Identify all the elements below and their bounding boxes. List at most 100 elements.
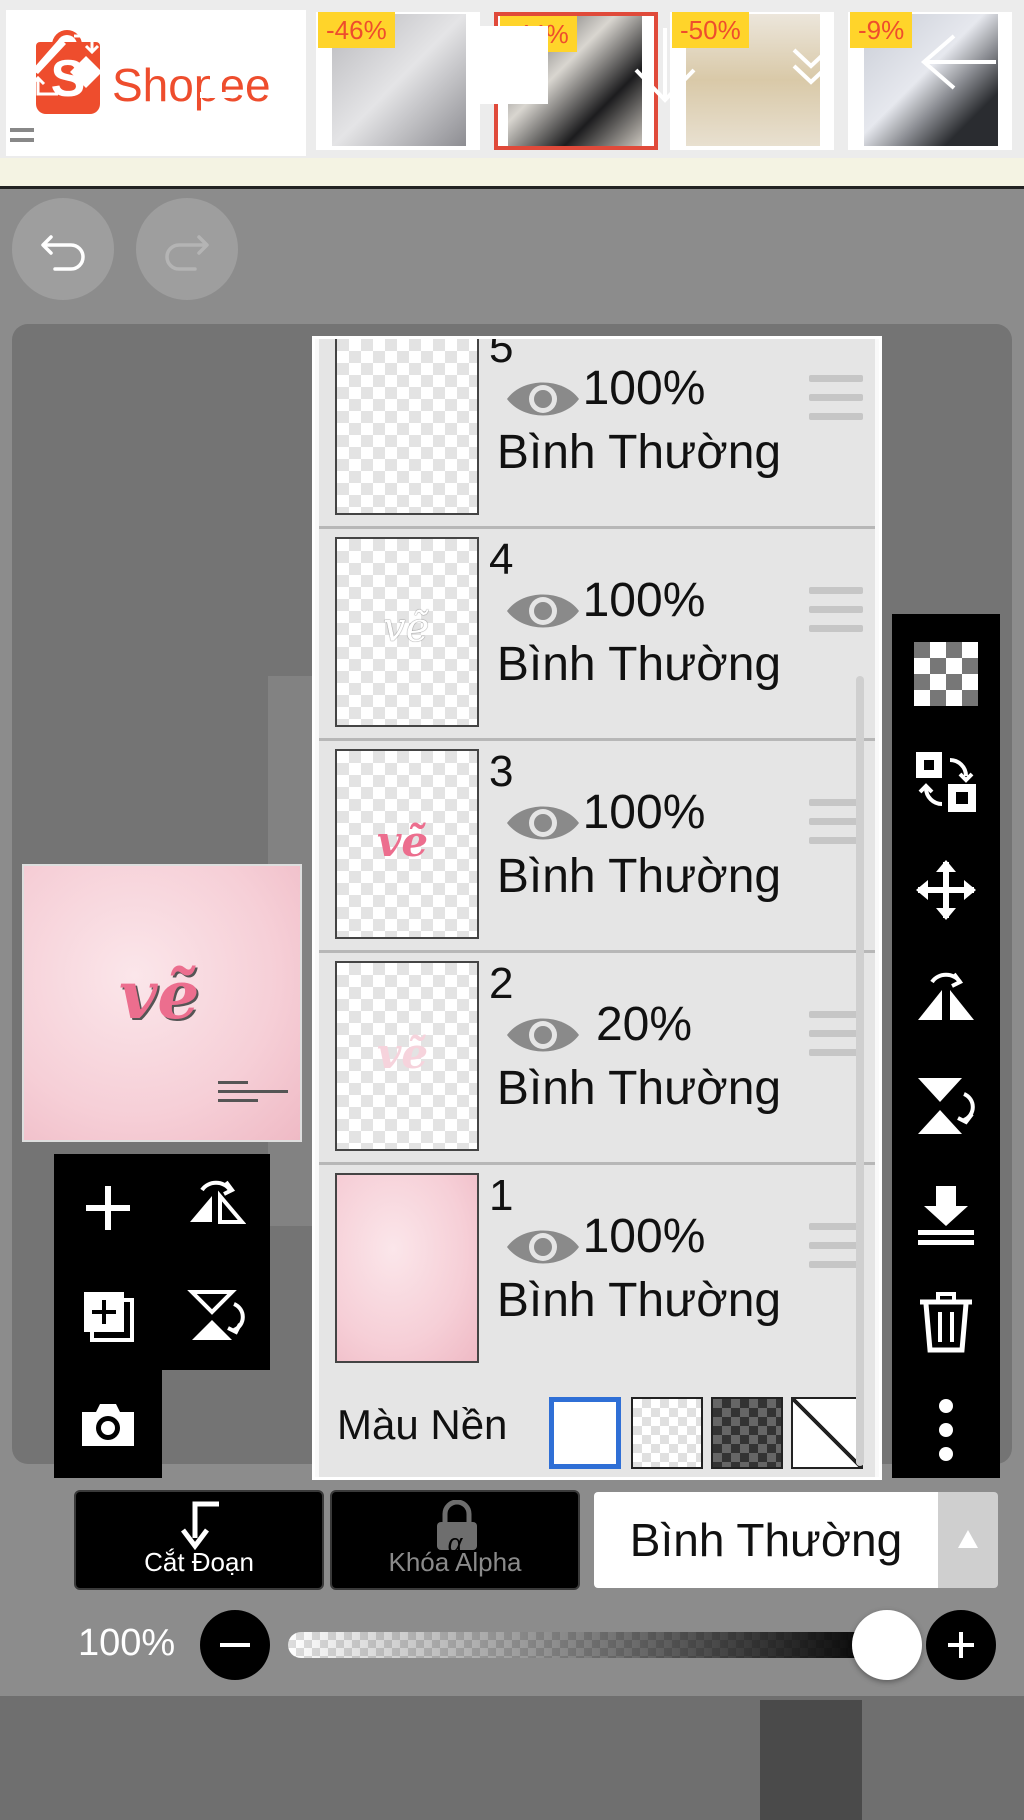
background-color-row: Màu Nền: [319, 1367, 875, 1477]
checkerboard-icon: [914, 642, 978, 706]
opacity-increase-button[interactable]: [926, 1610, 996, 1680]
flip-layer-horizontal-button[interactable]: [892, 944, 1000, 1052]
blend-mode-value: Bình Thường: [629, 1514, 903, 1566]
more-options-button[interactable]: [892, 1376, 1000, 1484]
plus-icon: [86, 1186, 130, 1230]
camera-button[interactable]: [54, 1370, 162, 1478]
ad-product[interactable]: -46%: [316, 12, 480, 150]
canvas-preview[interactable]: vẽ: [22, 864, 302, 1142]
collapse-button[interactable]: [760, 0, 862, 124]
minus-icon: [220, 1643, 250, 1647]
color-picker-button[interactable]: [466, 0, 552, 124]
layer-opacity: 100%: [582, 786, 706, 839]
more-vertical-icon: [939, 1399, 953, 1461]
layer-number: 3: [489, 747, 514, 796]
layer-panel-scrollbar[interactable]: [856, 676, 864, 1466]
drag-handle-icon[interactable]: [809, 1223, 863, 1269]
drag-handle-icon[interactable]: [809, 587, 863, 633]
layer-panel[interactable]: 5 100% Bình Thường vẽ 4 100% Bình Thường…: [312, 336, 882, 1480]
layer-blend-mode: Bình Thường: [496, 638, 782, 691]
text-tool-button[interactable]: [170, 0, 260, 124]
layer-number: 4: [489, 535, 514, 584]
blend-mode-dropdown-button[interactable]: [938, 1492, 998, 1588]
trash-icon: [920, 1292, 972, 1353]
background-color-label: Màu Nền: [337, 1401, 508, 1448]
bg-swatch-transparent[interactable]: [631, 1397, 703, 1469]
layer-row[interactable]: vẽ 4 100% Bình Thường: [319, 529, 875, 741]
layer-thumbnail-word: vẽ: [377, 817, 429, 866]
bg-swatch-dark-checker[interactable]: [711, 1397, 783, 1469]
layer-opacity: 100%: [582, 574, 706, 627]
arrow-down-icon: [634, 28, 696, 103]
alpha-lock-label: Khóa Alpha: [388, 1547, 522, 1577]
delete-layer-button[interactable]: [892, 1268, 1000, 1376]
layer-number: 1: [489, 1171, 514, 1220]
layer-thumbnail: [335, 339, 479, 515]
discount-badge: -46%: [318, 12, 395, 48]
flip-horizontal-icon: [918, 972, 974, 1020]
redo-icon: [165, 235, 209, 271]
add-layer-button[interactable]: [54, 1154, 162, 1262]
layer-blend-mode: Bình Thường: [496, 1062, 782, 1115]
alpha-lock-button[interactable]: α Khóa Alpha: [330, 1490, 580, 1590]
layer-number: 5: [489, 336, 514, 372]
drag-handle-icon[interactable]: [809, 799, 863, 845]
bg-swatch-none[interactable]: [791, 1397, 863, 1469]
layer-opacity: 20%: [595, 998, 693, 1051]
camera-icon: [82, 1404, 134, 1446]
swap-layers-button[interactable]: [892, 728, 1000, 836]
flip-vertical-button[interactable]: [162, 1262, 270, 1370]
move-button[interactable]: [892, 836, 1000, 944]
canvas-preview-watermark: [218, 1081, 288, 1115]
bg-swatch-white[interactable]: [549, 1397, 621, 1469]
layer-thumbnail-stroke: vẽ: [383, 605, 430, 651]
text-icon: [182, 28, 250, 98]
flip-layer-vertical-button[interactable]: [892, 1052, 1000, 1160]
redo-button[interactable]: [136, 198, 238, 300]
canvas-preview-word: vẽ: [119, 956, 200, 1034]
flip-vertical-icon: [918, 1078, 975, 1134]
layer-thumbnail: vẽ: [335, 961, 479, 1151]
layer-row[interactable]: 5 100% Bình Thường: [319, 336, 875, 529]
layer-opacity: 100%: [582, 1210, 706, 1263]
flip-horizontal-icon: [190, 1180, 246, 1224]
brush-eraser-icon: [30, 34, 102, 96]
layer-thumbnail: vẽ: [335, 537, 479, 727]
swap-icon: [916, 752, 976, 812]
layer-row[interactable]: 1 100% Bình Thường: [319, 1165, 875, 1377]
brush-eraser-toggle[interactable]: [20, 0, 110, 124]
transparency-button[interactable]: [892, 620, 1000, 728]
active-tool-highlight: [760, 1700, 862, 1820]
merge-down-button[interactable]: [892, 1160, 1000, 1268]
opacity-slider[interactable]: [288, 1632, 888, 1658]
arrow-left-icon: [920, 34, 996, 90]
flip-vertical-icon: [187, 1290, 245, 1340]
clipping-label: Cắt Đoạn: [144, 1547, 254, 1577]
undo-button[interactable]: [12, 198, 114, 300]
duplicate-layer-button[interactable]: [54, 1262, 162, 1370]
merge-down-icon: [918, 1186, 974, 1245]
back-button[interactable]: [914, 0, 1004, 124]
undo-icon: [41, 235, 85, 271]
clipping-button[interactable]: Cắt Đoạn: [74, 1490, 324, 1590]
layer-number: 2: [489, 959, 514, 1008]
layer-thumbnail: vẽ: [335, 749, 479, 939]
flip-horizontal-button[interactable]: [162, 1154, 270, 1262]
layer-row[interactable]: vẽ 2 20% Bình Thường: [319, 953, 875, 1165]
opacity-value: 100%: [78, 1622, 176, 1664]
drag-handle-icon[interactable]: [809, 375, 863, 421]
layer-opacity: 100%: [582, 362, 706, 415]
ad-menu-icon[interactable]: [10, 128, 34, 142]
double-chevron-down-icon: [792, 48, 830, 85]
move-down-button[interactable]: [620, 0, 710, 124]
move-icon: [916, 860, 976, 920]
drag-handle-icon[interactable]: [809, 1011, 863, 1057]
opacity-decrease-button[interactable]: [200, 1610, 270, 1680]
ad-banner-strip: [0, 158, 1024, 186]
layer-thumbnail: [335, 1173, 479, 1363]
blend-mode-select[interactable]: Bình Thường: [594, 1492, 938, 1588]
layer-blend-mode: Bình Thường: [496, 426, 782, 479]
layer-actions-toolbar: [892, 614, 1000, 1478]
layer-row[interactable]: vẽ 3 100% Bình Thường: [319, 741, 875, 953]
opacity-slider-thumb[interactable]: [852, 1610, 922, 1680]
